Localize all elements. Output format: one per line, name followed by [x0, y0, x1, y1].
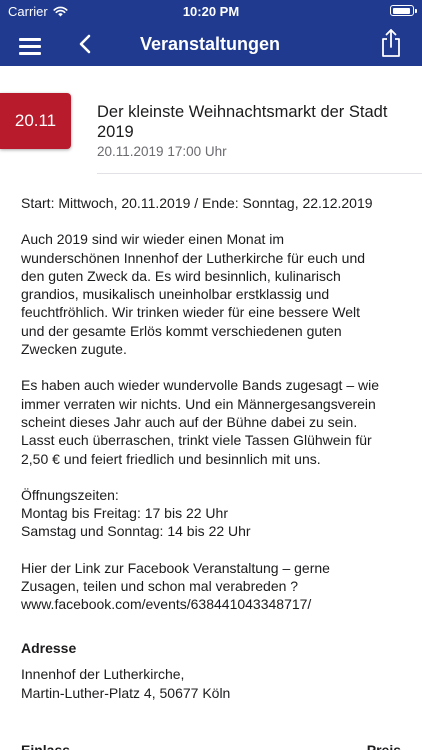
event-description: Start: Mittwoch, 20.11.2019 / Ende: Sonn…: [21, 194, 411, 614]
status-bar: Carrier 10:20 PM: [0, 0, 422, 22]
navigation-bar: Veranstaltungen: [0, 22, 422, 66]
opening-hours: Öffnungszeiten: Montag bis Freitag: 17 b…: [21, 486, 251, 540]
divider: [97, 173, 422, 174]
address-line: Innenhof der Lutherkirche,: [21, 666, 185, 682]
date-badge: 20.11: [0, 93, 71, 149]
share-icon[interactable]: [378, 28, 404, 58]
top-bar: Carrier 10:20 PM Veranstaltungen: [0, 0, 422, 66]
facebook-link-text[interactable]: Hier der Link zur Facebook Veranstaltung…: [21, 559, 411, 614]
description-paragraph: Auch 2019 sind wir wieder einen Monat im…: [21, 231, 366, 358]
event-header: 20.11 Der kleinste Weihnachtsmarkt der S…: [0, 66, 422, 174]
admission-label: Einlass: [21, 742, 71, 750]
menu-icon[interactable]: [16, 34, 46, 56]
event-title: Der kleinste Weihnachtsmarkt der Stadt 2…: [97, 103, 388, 141]
address-label: Adresse: [21, 640, 77, 656]
clock: 10:20 PM: [182, 4, 240, 19]
start-end-text: Start: Mittwoch, 20.11.2019 / Ende: Sonn…: [21, 195, 373, 211]
chevron-left-icon[interactable]: [72, 31, 100, 57]
event-datetime: 20.11.2019 17:00 Uhr: [97, 144, 227, 159]
address-line: Martin-Luther-Platz 4, 50677 Köln: [21, 685, 231, 701]
page-title: Veranstaltungen: [140, 34, 281, 54]
price-label: Preis: [366, 742, 401, 750]
battery-icon: [390, 5, 417, 16]
description-paragraph: Es haben auch wieder wundervolle Bands z…: [21, 377, 380, 467]
